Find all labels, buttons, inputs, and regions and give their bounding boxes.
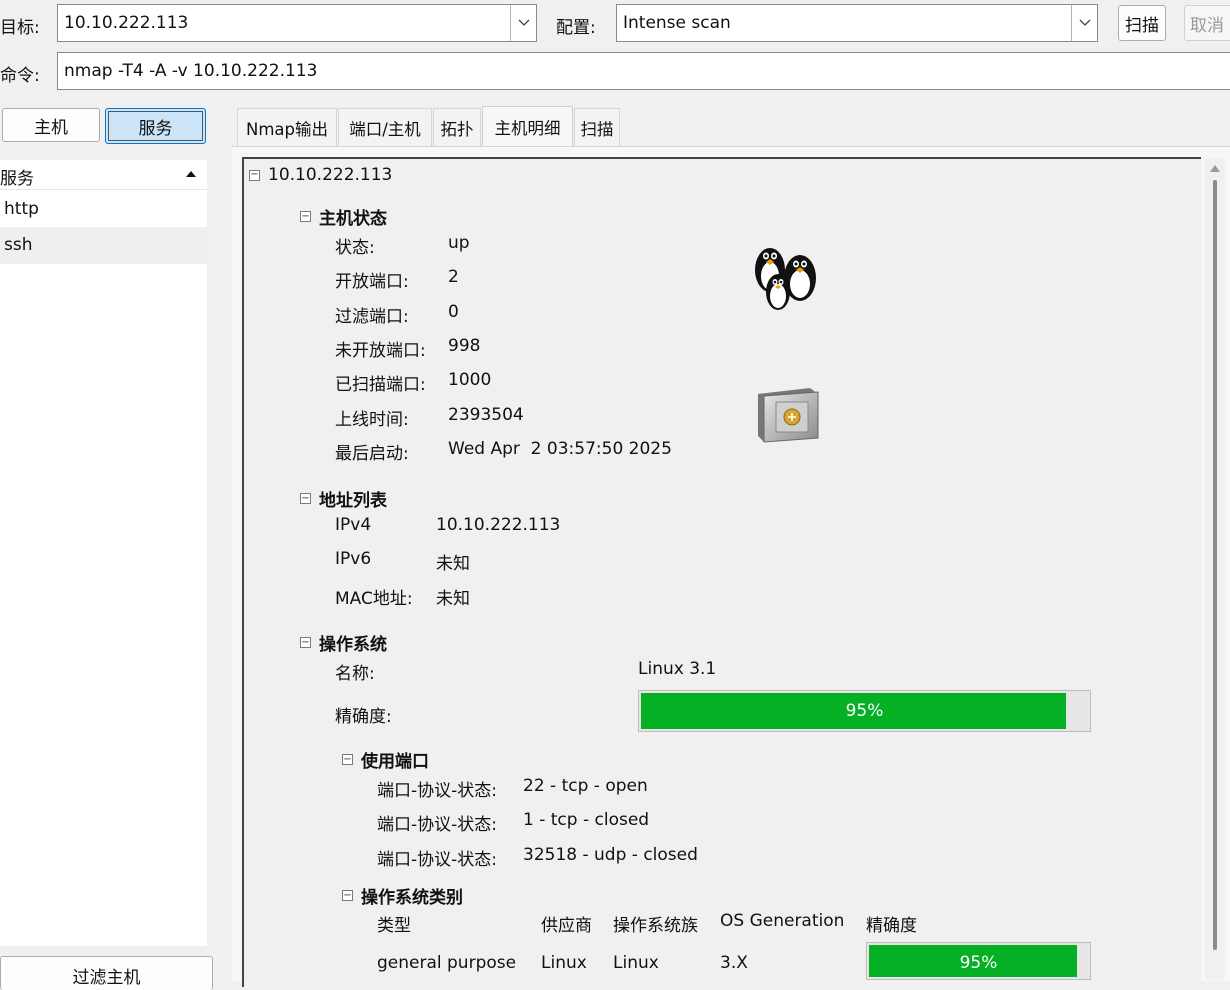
os-class-vendor: Linux: [541, 953, 587, 973]
scanned-ports-value: 1000: [448, 370, 492, 390]
service-list-header[interactable]: 服务: [0, 160, 207, 190]
port-protocol-state-value: 1 - tcp - closed: [523, 810, 650, 830]
uptime-value: 2393504: [448, 405, 524, 425]
sort-up-icon: [186, 171, 196, 177]
last-boot-value: Wed Apr 2 03:57:50 2025: [448, 439, 672, 459]
column-header-accuracy: 精确度: [866, 916, 917, 936]
services-button[interactable]: 服务: [105, 108, 206, 144]
ipv4-label: IPv4: [335, 515, 372, 535]
scrollbar-thumb[interactable]: [1213, 180, 1217, 950]
column-header-generation: OS Generation: [720, 911, 845, 931]
cancel-button[interactable]: 取消: [1184, 5, 1230, 41]
host-node[interactable]: − 10.10.222.113: [249, 165, 392, 185]
last-boot-label: 最后启动:: [335, 444, 409, 464]
scrollbar[interactable]: [1205, 158, 1225, 980]
service-list-header-label: 服务: [0, 169, 34, 189]
port-protocol-state-label: 端口-协议-状态:: [377, 850, 497, 870]
port-protocol-state-value: 22 - tcp - open: [523, 776, 648, 796]
tab-nmap-output[interactable]: Nmap输出: [237, 108, 337, 146]
section-title: 主机状态: [319, 209, 387, 229]
tab-topology[interactable]: 拓扑: [433, 108, 481, 146]
uptime-label: 上线时间:: [335, 410, 409, 430]
column-header-family: 操作系统族: [613, 916, 698, 936]
ipv4-value: 10.10.222.113: [436, 515, 561, 535]
host-address: 10.10.222.113: [268, 165, 393, 185]
ports-used-section[interactable]: − 使用端口: [342, 747, 429, 772]
list-item[interactable]: http: [0, 193, 207, 227]
addresses-section[interactable]: − 地址列表: [300, 486, 387, 511]
filtered-ports-label: 过滤端口:: [335, 307, 409, 327]
ipv6-label: IPv6: [335, 549, 372, 569]
collapse-icon[interactable]: −: [300, 493, 311, 504]
filter-hosts-button[interactable]: 过滤主机: [0, 956, 213, 990]
section-title: 地址列表: [319, 491, 387, 511]
linux-penguins-icon: [755, 248, 816, 310]
filtered-ports-value: 0: [448, 302, 459, 322]
list-item[interactable]: ssh: [0, 227, 207, 264]
profile-select[interactable]: Intense scan: [617, 13, 1071, 33]
chevron-down-icon[interactable]: [1071, 5, 1097, 41]
collapse-icon[interactable]: −: [300, 637, 311, 648]
port-protocol-state-value: 32518 - udp - closed: [523, 845, 698, 865]
os-accuracy-text: 95%: [845, 701, 884, 721]
list-item-label: http: [4, 199, 39, 219]
ipv6-value: 未知: [436, 554, 470, 574]
hosts-button[interactable]: 主机: [2, 108, 100, 142]
collapse-icon[interactable]: −: [300, 211, 311, 222]
command-label: 命令:: [0, 66, 40, 86]
os-class-family: Linux: [613, 953, 659, 973]
service-list: 服务 http ssh: [0, 160, 207, 946]
os-class-accuracy-bar: 95%: [866, 942, 1091, 980]
status-label: 状态:: [335, 238, 375, 258]
os-class-generation: 3.X: [720, 953, 748, 973]
command-input[interactable]: nmap -T4 -A -v 10.10.222.113: [57, 52, 1230, 90]
profile-combo[interactable]: Intense scan: [616, 4, 1098, 42]
os-section[interactable]: − 操作系统: [300, 630, 387, 655]
profile-label: 配置:: [556, 18, 596, 38]
open-ports-label: 开放端口:: [335, 272, 409, 292]
section-title: 使用端口: [361, 752, 429, 772]
os-class-accuracy-text: 95%: [959, 953, 998, 973]
tab-host-details[interactable]: 主机明细: [482, 106, 573, 146]
os-name-value: Linux 3.1: [638, 659, 717, 679]
target-combo[interactable]: 10.10.222.113: [57, 4, 537, 42]
chevron-down-icon[interactable]: [510, 5, 536, 41]
os-accuracy-bar: 95%: [638, 690, 1091, 732]
command-text[interactable]: nmap -T4 -A -v 10.10.222.113: [58, 61, 1230, 81]
column-header-type: 类型: [377, 916, 411, 936]
tab-scan[interactable]: 扫描: [574, 108, 620, 146]
mac-label: MAC地址:: [335, 589, 413, 609]
os-name-label: 名称:: [335, 664, 375, 684]
list-item-label: ssh: [4, 235, 33, 255]
collapse-icon[interactable]: −: [342, 890, 353, 901]
section-title: 操作系统: [319, 635, 387, 655]
scroll-up-icon[interactable]: [1210, 164, 1220, 172]
os-class-type: general purpose: [377, 953, 517, 973]
os-accuracy-label: 精确度:: [335, 707, 392, 727]
port-protocol-state-label: 端口-协议-状态:: [377, 815, 497, 835]
port-protocol-state-label: 端口-协议-状态:: [377, 781, 497, 801]
os-class-section[interactable]: − 操作系统类别: [342, 883, 463, 908]
status-value: up: [448, 233, 470, 253]
scan-button[interactable]: 扫描: [1118, 5, 1166, 41]
collapse-icon[interactable]: −: [249, 169, 260, 181]
closed-ports-value: 998: [448, 336, 481, 356]
open-ports-value: 2: [448, 267, 459, 287]
collapse-icon[interactable]: −: [342, 754, 353, 765]
column-header-vendor: 供应商: [541, 916, 592, 936]
host-status-section[interactable]: − 主机状态: [300, 204, 387, 229]
section-title: 操作系统类别: [361, 888, 463, 908]
tab-ports-hosts[interactable]: 端口/主机: [338, 108, 432, 146]
closed-ports-label: 未开放端口:: [335, 341, 426, 361]
target-input[interactable]: 10.10.222.113: [58, 13, 510, 33]
mac-value: 未知: [436, 589, 470, 609]
target-label: 目标:: [0, 18, 40, 38]
vulnerability-safe-icon: [758, 388, 819, 443]
scanned-ports-label: 已扫描端口:: [335, 375, 426, 395]
